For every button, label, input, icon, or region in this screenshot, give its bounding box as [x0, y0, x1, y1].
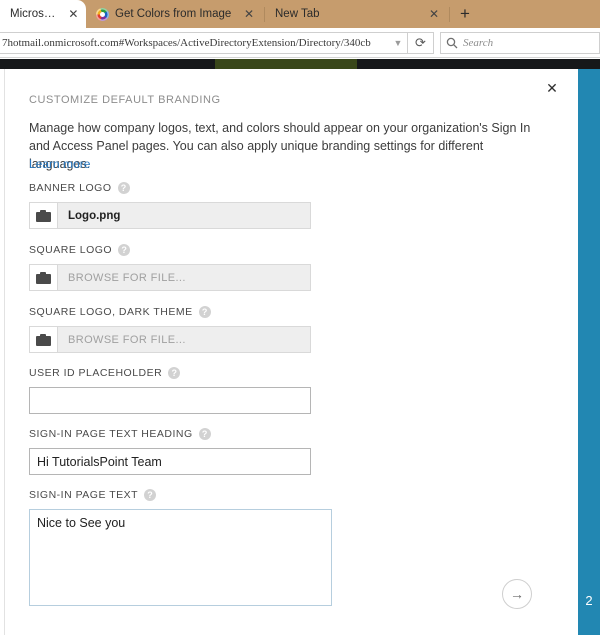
file-picker-square-logo[interactable]: BROWSE FOR FILE... — [29, 264, 311, 291]
step-number: 2 — [585, 593, 593, 608]
help-icon[interactable]: ? — [198, 428, 211, 440]
help-icon[interactable]: ? — [118, 244, 131, 256]
help-icon[interactable]: ? — [144, 489, 157, 501]
field-label: SIGN-IN PAGE TEXT HEADING — [29, 428, 193, 440]
field-user-id-placeholder: USER ID PLACEHOLDER ? — [29, 364, 549, 414]
field-label: BANNER LOGO — [29, 182, 112, 194]
file-placeholder: BROWSE FOR FILE... — [68, 271, 186, 284]
field-sign-in-page-text: SIGN-IN PAGE TEXT ? — [29, 486, 549, 611]
field-label-row: BANNER LOGO ? — [29, 179, 549, 197]
address-bar[interactable]: 7hotmail.onmicrosoft.com#Workspaces/Acti… — [0, 31, 408, 54]
folder-icon — [36, 209, 51, 222]
browser-tab-1[interactable]: Microso... ✕ — [0, 0, 86, 28]
field-label-row: SIGN-IN PAGE TEXT ? — [29, 486, 549, 504]
url-text: 7hotmail.onmicrosoft.com#Workspaces/Acti… — [2, 36, 371, 49]
field-sign-in-page-text-heading: SIGN-IN PAGE TEXT HEADING ? — [29, 425, 549, 475]
field-label: USER ID PLACEHOLDER — [29, 367, 163, 379]
color-wheel-icon — [96, 7, 109, 21]
help-icon[interactable]: ? — [198, 306, 211, 318]
help-icon[interactable]: ? — [168, 367, 181, 379]
user-id-placeholder-input[interactable] — [29, 387, 311, 414]
learn-more-link[interactable]: Learn more — [29, 157, 90, 171]
navigation-bar: 7hotmail.onmicrosoft.com#Workspaces/Acti… — [0, 28, 600, 58]
new-tab-button[interactable]: + — [450, 0, 480, 28]
chevron-down-icon[interactable]: ▼ — [389, 38, 407, 48]
help-icon[interactable]: ? — [117, 182, 130, 194]
page-background-green-segment — [215, 59, 357, 69]
file-name-value: Logo.png — [68, 209, 121, 222]
search-placeholder: Search — [463, 36, 494, 49]
folder-icon — [36, 271, 51, 284]
sign-in-page-text-heading-input[interactable] — [29, 448, 311, 475]
field-square-logo-dark-theme: SQUARE LOGO, DARK THEME ? BROWSE FOR FIL… — [29, 303, 549, 353]
tab-close-icon[interactable]: ✕ — [242, 8, 256, 20]
tab-title: New Tab — [275, 8, 320, 20]
reload-icon[interactable]: ⟳ — [408, 31, 434, 54]
browse-button[interactable] — [30, 265, 58, 290]
branding-form: BANNER LOGO ? Logo.png SQUARE LOGO ? BRO… — [29, 179, 549, 611]
field-label-row: SQUARE LOGO, DARK THEME ? — [29, 303, 549, 321]
field-label: SIGN-IN PAGE TEXT — [29, 489, 139, 501]
tab-strip: Microso... ✕ Get Colors from Image ✕ New… — [0, 0, 600, 28]
field-label: SQUARE LOGO — [29, 244, 113, 256]
browse-button[interactable] — [30, 327, 58, 352]
field-banner-logo: BANNER LOGO ? Logo.png — [29, 179, 549, 229]
browser-tab-3[interactable]: New Tab ✕ — [265, 0, 449, 28]
search-bar[interactable]: Search — [440, 31, 600, 54]
file-placeholder: BROWSE FOR FILE... — [68, 333, 186, 346]
page-background-strip — [0, 59, 600, 69]
file-picker-banner-logo[interactable]: Logo.png — [29, 202, 311, 229]
customize-branding-dialog: ✕ CUSTOMIZE DEFAULT BRANDING Manage how … — [4, 69, 578, 635]
dialog-description: Manage how company logos, text, and colo… — [29, 121, 531, 172]
dialog-kicker: CUSTOMIZE DEFAULT BRANDING — [29, 94, 221, 106]
tab-close-icon[interactable]: ✕ — [427, 8, 441, 20]
browse-button[interactable] — [30, 203, 58, 228]
browser-window: Microso... ✕ Get Colors from Image ✕ New… — [0, 0, 600, 635]
next-button[interactable]: → — [502, 579, 532, 609]
field-square-logo: SQUARE LOGO ? BROWSE FOR FILE... — [29, 241, 549, 291]
field-label-row: USER ID PLACEHOLDER ? — [29, 364, 549, 382]
field-label: SQUARE LOGO, DARK THEME — [29, 306, 193, 318]
folder-icon — [36, 333, 51, 346]
tab-close-icon[interactable]: ✕ — [67, 8, 80, 20]
tab-title: Microso... — [10, 8, 57, 20]
search-icon — [441, 37, 463, 49]
field-label-row: SQUARE LOGO ? — [29, 241, 549, 259]
tab-title: Get Colors from Image — [115, 8, 232, 20]
step-rail[interactable]: 2 — [578, 69, 600, 635]
sign-in-page-text-textarea[interactable] — [29, 509, 332, 606]
close-icon[interactable]: ✕ — [544, 81, 560, 97]
file-picker-square-logo-dark[interactable]: BROWSE FOR FILE... — [29, 326, 311, 353]
field-label-row: SIGN-IN PAGE TEXT HEADING ? — [29, 425, 549, 443]
browser-tab-2[interactable]: Get Colors from Image ✕ — [86, 0, 264, 28]
